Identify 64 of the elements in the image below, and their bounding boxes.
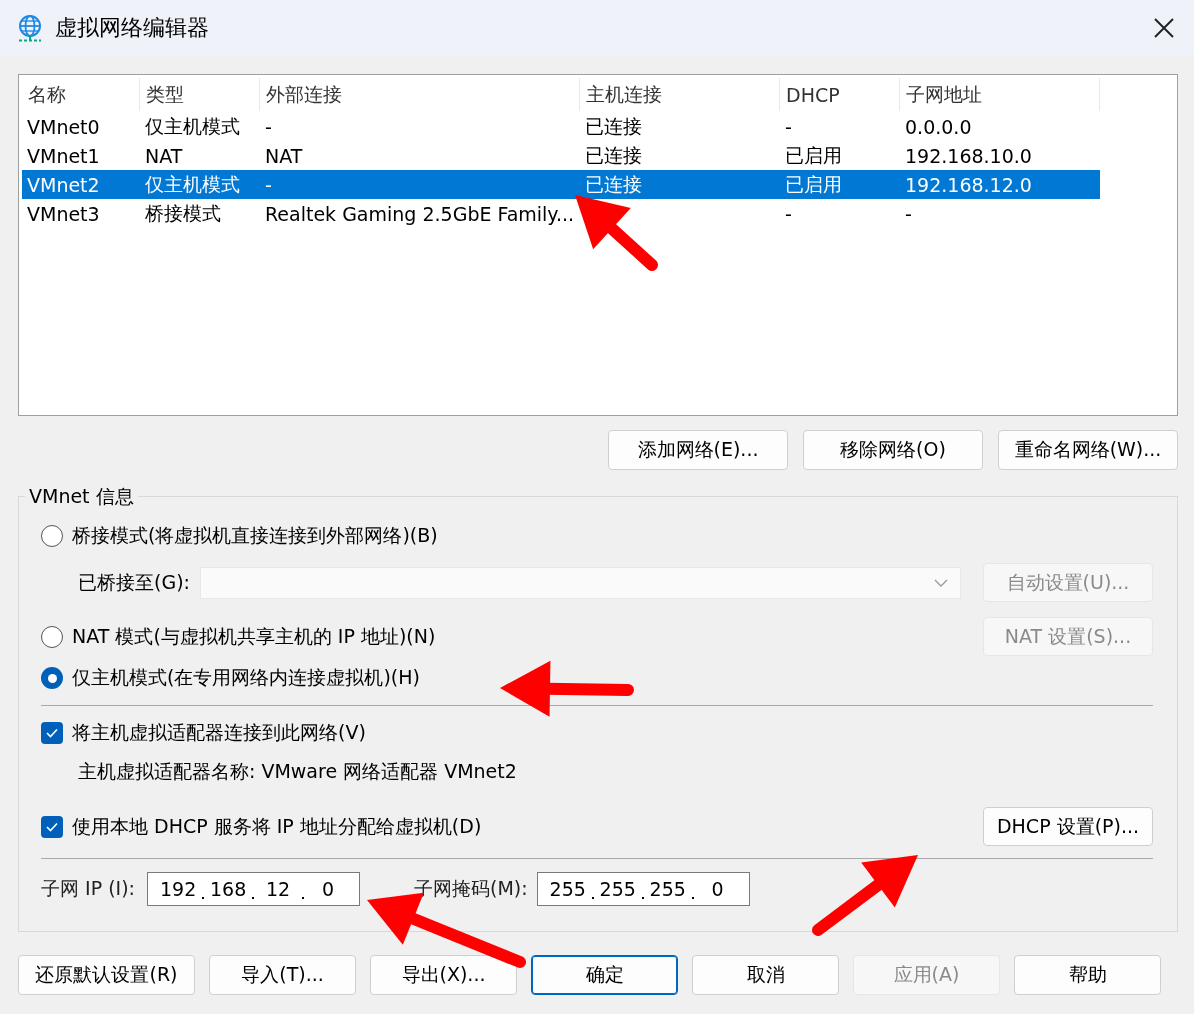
table-cell: - bbox=[785, 202, 792, 225]
radio-label: 桥接模式(将虚拟机直接连接到外部网络)(B) bbox=[72, 523, 438, 548]
column-header[interactable]: 子网地址 bbox=[900, 78, 1100, 111]
table-cell: - bbox=[905, 202, 912, 225]
network-button[interactable]: 重命名网络(W)... bbox=[998, 430, 1178, 470]
dhcp-settings-button[interactable]: DHCP 设置(P)... bbox=[983, 807, 1153, 846]
radio-button[interactable] bbox=[41, 625, 63, 648]
radio-label: NAT 模式(与虚拟机共享主机的 IP 地址)(N) bbox=[72, 623, 436, 649]
column-header[interactable]: 外部连接 bbox=[260, 78, 580, 111]
dialog-button[interactable]: 帮助 bbox=[1014, 955, 1161, 995]
close-icon bbox=[1153, 16, 1175, 39]
table-cell: 桥接模式 bbox=[145, 201, 221, 224]
column-header[interactable]: 类型 bbox=[140, 78, 260, 111]
column-header[interactable]: DHCP bbox=[780, 78, 900, 111]
table-cell: 已连接 bbox=[585, 114, 642, 137]
dialog-button[interactable]: 导出(X)... bbox=[370, 955, 517, 995]
checkmark-icon bbox=[46, 728, 58, 738]
column-header[interactable]: 名称 bbox=[22, 78, 140, 111]
checkbox[interactable] bbox=[41, 815, 63, 838]
table-cell: 192.168.10.0 bbox=[905, 144, 1032, 167]
table-cell: VMnet1 bbox=[27, 144, 100, 167]
chevron-down-icon bbox=[933, 578, 948, 587]
table-cell: VMnet0 bbox=[27, 115, 100, 138]
table-cell: - bbox=[265, 115, 272, 138]
table-cell: NAT bbox=[265, 144, 303, 167]
checkbox-label: 将主机虚拟适配器连接到此网络(V) bbox=[72, 720, 366, 745]
table-cell: Realtek Gaming 2.5GbE Family... bbox=[265, 202, 575, 225]
table-cell: NAT bbox=[145, 144, 183, 167]
dialog-button[interactable]: 取消 bbox=[692, 955, 839, 995]
subnet-ip-label: 子网 IP (I): bbox=[41, 876, 135, 901]
network-button[interactable]: 移除网络(O) bbox=[803, 430, 983, 470]
column-header[interactable]: 主机连接 bbox=[580, 78, 780, 111]
radio-label: 仅主机模式(在专用网络内连接虚拟机)(H) bbox=[72, 665, 420, 690]
radio-button[interactable] bbox=[41, 667, 63, 689]
checkbox[interactable] bbox=[41, 722, 63, 744]
window-title: 虚拟网络编辑器 bbox=[55, 13, 210, 42]
table-cell: - bbox=[785, 115, 792, 138]
table-cell: 192.168.12.0 bbox=[905, 173, 1032, 196]
table-cell: 已连接 bbox=[585, 172, 642, 195]
dialog-button[interactable]: 导入(T)... bbox=[209, 955, 356, 995]
table-cell: 已连接 bbox=[585, 143, 642, 166]
table-cell: 已启用 bbox=[785, 143, 842, 166]
network-button[interactable]: 添加网络(E)... bbox=[608, 430, 788, 470]
table-cell: VMnet2 bbox=[27, 173, 100, 196]
adapter-name-text: 主机虚拟适配器名称: VMware 网络适配器 VMnet2 bbox=[78, 759, 517, 784]
table-cell: 仅主机模式 bbox=[145, 172, 240, 195]
table-cell: 0.0.0.0 bbox=[905, 115, 972, 138]
checkmark-icon bbox=[46, 821, 58, 832]
subnet-mask-field[interactable]: 255 255 255 0 bbox=[536, 872, 750, 906]
table-row[interactable]: VMnet2 仅主机模式 - 已连接 已启用 192.168.12.0 bbox=[22, 170, 1100, 199]
table-cell: VMnet3 bbox=[27, 202, 100, 225]
table-cell: 仅主机模式 bbox=[145, 114, 240, 137]
bridged-to-label: 已桥接至(G): bbox=[78, 569, 190, 595]
dialog-button[interactable]: 还原默认设置(R) bbox=[18, 955, 195, 995]
dialog-button[interactable]: 确定 bbox=[531, 955, 678, 995]
globe-icon bbox=[17, 13, 43, 42]
radio-button[interactable] bbox=[41, 525, 63, 547]
table-row[interactable]: VMnet0 仅主机模式 - 已连接 - 0.0.0.0 bbox=[22, 112, 1100, 141]
checkbox-label: 使用本地 DHCP 服务将 IP 地址分配给虚拟机(D) bbox=[72, 813, 482, 839]
table-row[interactable]: VMnet3 桥接模式 Realtek Gaming 2.5GbE Family... - - bbox=[22, 199, 1100, 228]
table-row[interactable]: VMnet1 NAT NAT 已连接 已启用 192.168.10.0 bbox=[22, 141, 1100, 170]
table-cell: 已启用 bbox=[785, 172, 842, 195]
table-cell: - bbox=[265, 173, 272, 196]
subnet-ip-field[interactable]: 192 168 12 0 bbox=[147, 872, 360, 906]
